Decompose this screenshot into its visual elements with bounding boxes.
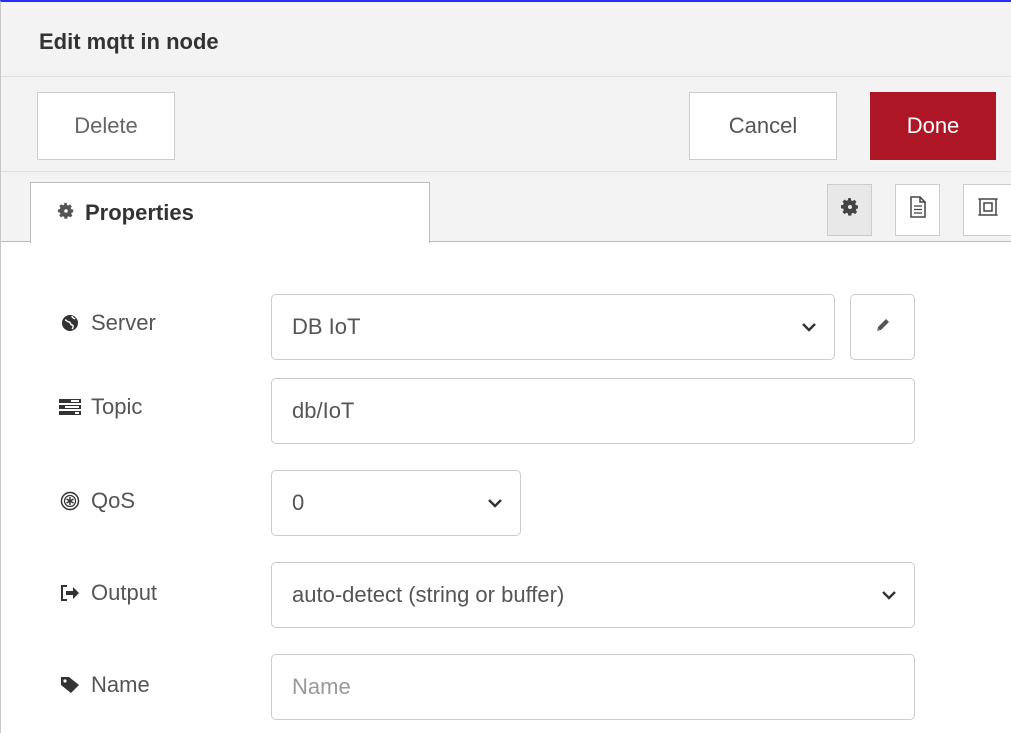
tab-properties[interactable]: Properties xyxy=(30,182,430,243)
sign-out-icon xyxy=(57,585,83,601)
output-select[interactable]: auto-detect (string or buffer) xyxy=(271,562,915,628)
done-button[interactable]: Done xyxy=(870,92,996,160)
tab-settings-button[interactable] xyxy=(827,184,872,236)
qos-select[interactable]: 0 xyxy=(271,470,521,536)
topic-row: Topic db/IoT xyxy=(1,378,1011,444)
name-label: Name xyxy=(57,672,150,698)
name-input[interactable]: Name xyxy=(271,654,915,720)
tab-description-button[interactable] xyxy=(895,184,940,236)
chevron-down-icon xyxy=(802,323,816,332)
chevron-down-icon xyxy=(882,591,896,600)
frame-icon xyxy=(977,196,999,224)
name-row: Name Name xyxy=(1,654,1011,720)
edit-tray: Edit mqtt in node Delete Cancel Done Pro… xyxy=(0,0,1011,733)
delete-button[interactable]: Delete xyxy=(37,92,175,160)
gear-icon xyxy=(840,197,860,223)
server-label: Server xyxy=(57,310,156,336)
pencil-icon xyxy=(874,316,892,339)
output-label: Output xyxy=(57,580,157,606)
qos-icon xyxy=(57,491,83,511)
tasks-icon xyxy=(57,399,83,415)
tray-toolbar: Delete Cancel Done xyxy=(1,77,1011,172)
chevron-down-icon xyxy=(488,499,502,508)
tab-properties-label: Properties xyxy=(85,200,194,225)
tabs-row: Properties xyxy=(1,172,1011,243)
output-row: Output auto-detect (string or buffer) xyxy=(1,562,1011,628)
edit-server-button[interactable] xyxy=(850,294,915,360)
document-icon xyxy=(909,196,927,224)
tab-appearance-button[interactable] xyxy=(963,184,1011,236)
tray-header: Edit mqtt in node xyxy=(1,2,1011,77)
tray-title: Edit mqtt in node xyxy=(39,29,219,54)
server-row: Server DB IoT xyxy=(1,294,1011,360)
server-select[interactable]: DB IoT xyxy=(271,294,835,360)
topic-input[interactable]: db/IoT xyxy=(271,378,915,444)
tag-icon xyxy=(57,676,83,694)
qos-label: QoS xyxy=(57,488,135,514)
topic-label: Topic xyxy=(57,394,142,420)
gear-icon xyxy=(57,202,75,225)
qos-row: QoS 0 xyxy=(1,470,1011,536)
globe-icon xyxy=(57,314,83,332)
cancel-button[interactable]: Cancel xyxy=(689,92,837,160)
